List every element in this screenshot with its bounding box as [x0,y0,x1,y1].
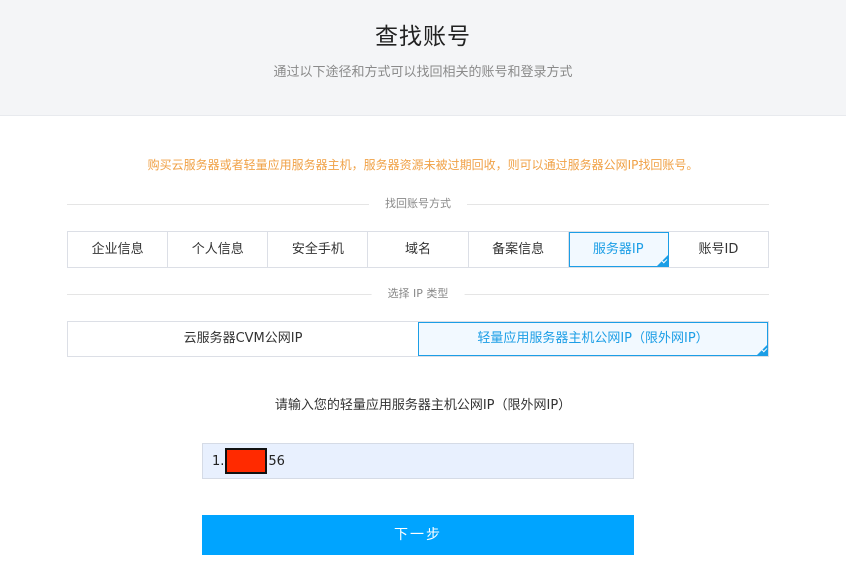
tab-account-id[interactable]: 账号ID [668,232,768,267]
ip-input-prefix: 1. [212,453,225,469]
recovery-method-label: 找回账号方式 [369,196,467,212]
tab-domain[interactable]: 域名 [368,232,469,267]
next-button[interactable]: 下一步 [202,515,634,555]
option-lighthouse-public-ip[interactable]: 轻量应用服务器主机公网IP（限外网IP） [418,322,768,356]
ip-input-suffix: 56 [268,453,285,469]
redaction-box [225,448,268,474]
ip-type-label: 选择 IP 类型 [371,286,465,302]
page-header: 查找账号 通过以下途径和方式可以找回相关的账号和登录方式 [0,0,846,116]
selected-check-icon [756,344,768,356]
ip-type-options: 云服务器CVM公网IP 轻量应用服务器主机公网IP（限外网IP） [67,321,769,357]
option-label: 云服务器CVM公网IP [183,331,303,346]
ip-input[interactable]: 1. 56 [202,443,634,479]
notice-text: 购买云服务器或者轻量应用服务器主机，服务器资源未被过期回收，则可以通过服务器公网… [147,158,699,172]
tab-label: 安全手机 [291,242,344,257]
tab-label: 备案信息 [492,242,545,257]
tab-label: 服务器IP [592,242,644,257]
tab-personal-info[interactable]: 个人信息 [168,232,269,267]
tab-label: 账号ID [698,242,739,257]
tab-label: 企业信息 [91,242,144,257]
recovery-method-tabs: 企业信息 个人信息 安全手机 域名 备案信息 服务器IP 账号ID [67,231,769,268]
page-subtitle: 通过以下途径和方式可以找回相关的账号和登录方式 [273,65,573,80]
recovery-method-divider: 找回账号方式 [67,196,769,212]
selected-check-icon [655,255,668,267]
ip-type-divider: 选择 IP 类型 [67,286,769,302]
tab-server-ip[interactable]: 服务器IP [568,232,669,267]
tab-security-phone[interactable]: 安全手机 [268,232,369,267]
tab-label: 域名 [404,242,431,257]
tab-label: 个人信息 [191,242,244,257]
tab-filing-info[interactable]: 备案信息 [468,232,569,267]
ip-input-prompt: 请输入您的轻量应用服务器主机公网IP（限外网IP） [274,398,572,413]
option-cvm-public-ip[interactable]: 云服务器CVM公网IP [68,322,418,356]
page-title: 查找账号 [375,24,471,50]
tab-enterprise-info[interactable]: 企业信息 [68,232,169,267]
option-label: 轻量应用服务器主机公网IP（限外网IP） [477,331,709,346]
